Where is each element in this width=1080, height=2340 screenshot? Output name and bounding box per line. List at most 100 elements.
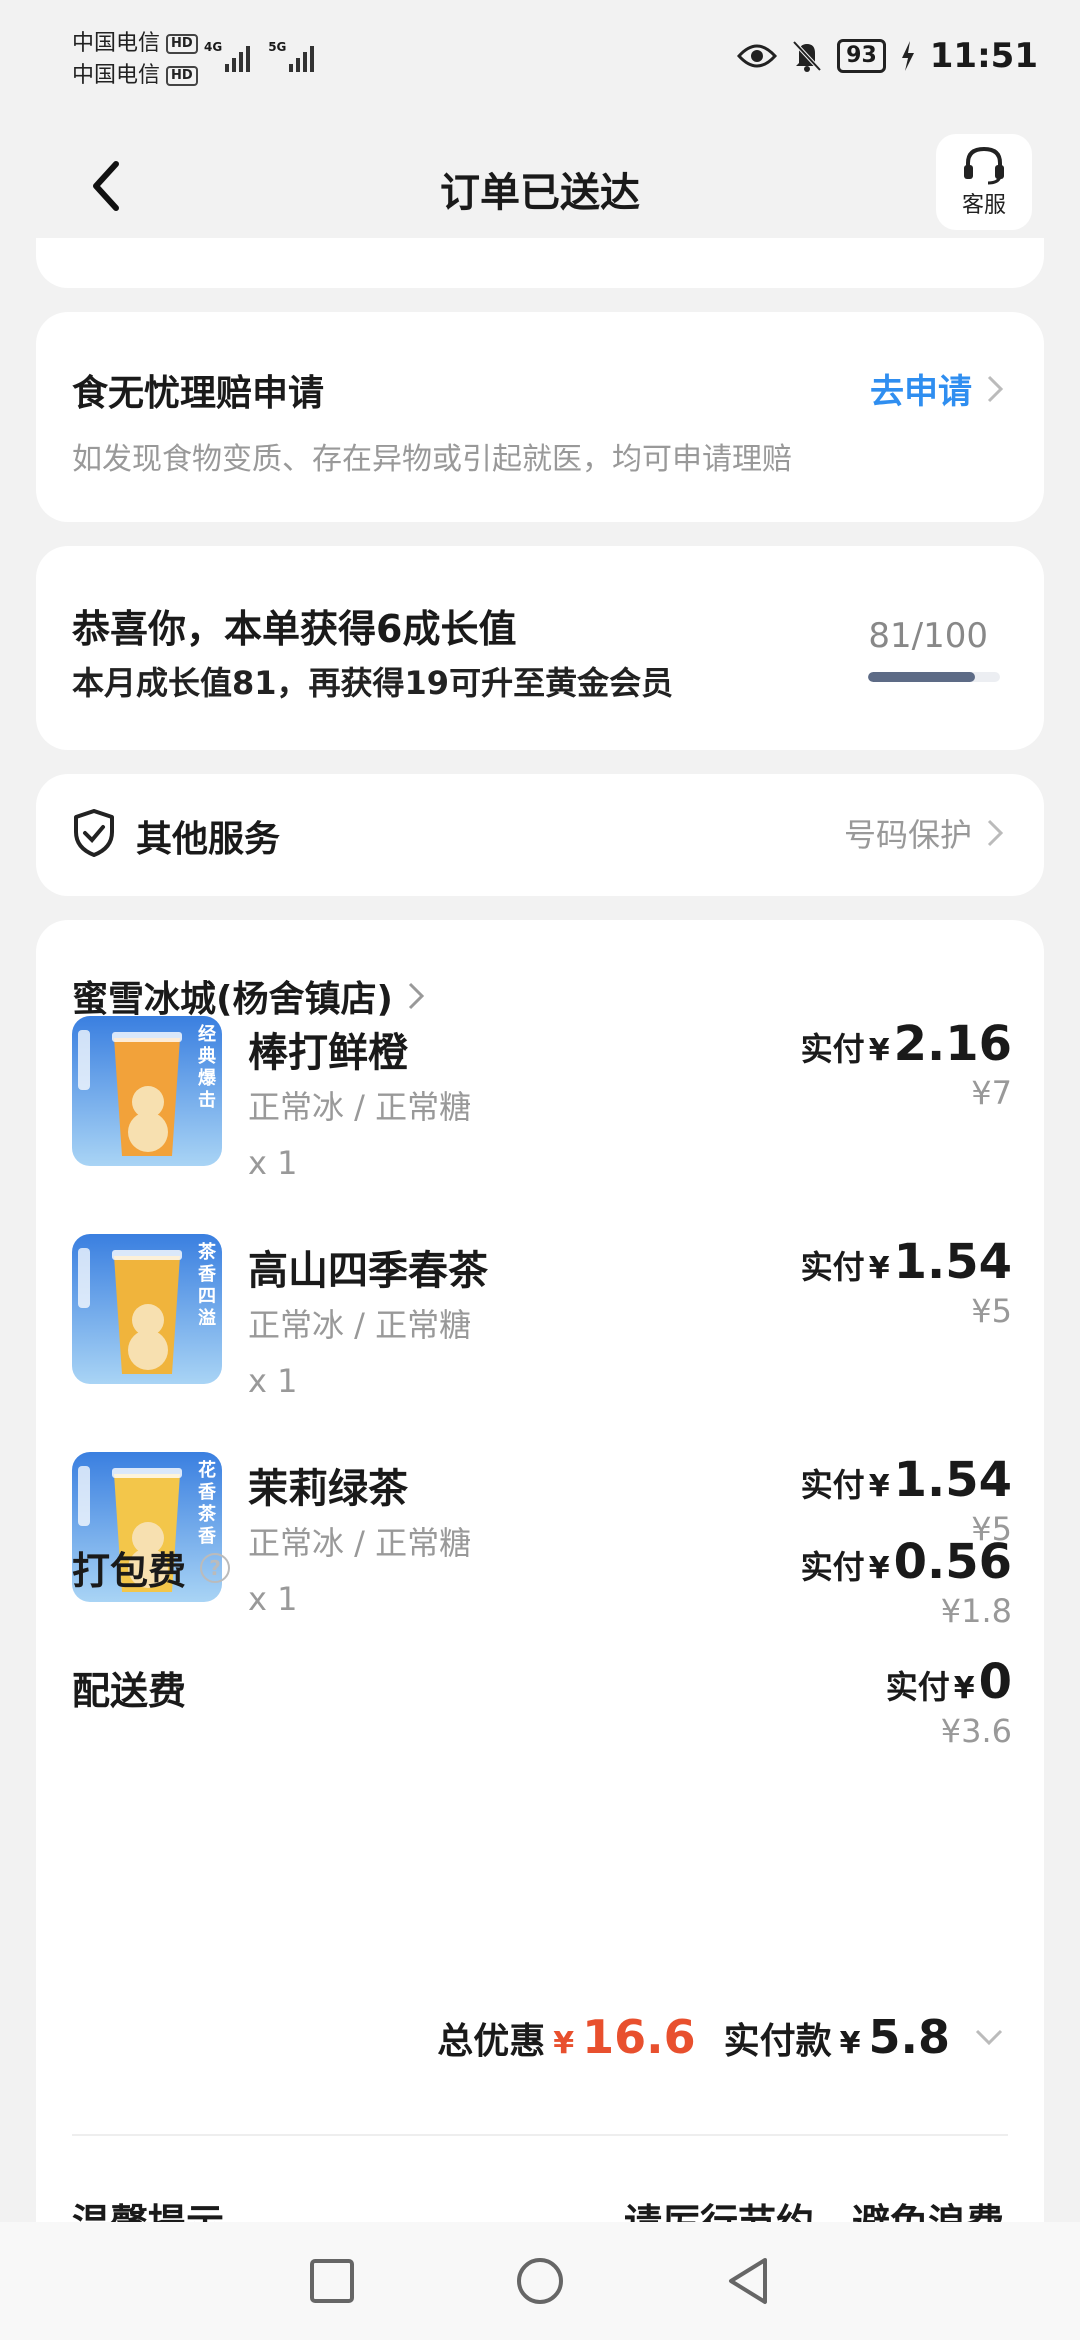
product-image: 茶香四溢 <box>72 1234 222 1384</box>
status-bar: 中国电信 HD 中国电信 HD 4G 5G 93 11:51 <box>0 0 1080 120</box>
growth-title: 恭喜你，本单获得6成长值 <box>72 607 517 651</box>
order-item[interactable]: 经典爆击 棒打鲜橙正常冰 / 正常糖 x 1 实付 ¥2.16 ¥7 <box>72 1016 1012 1226</box>
item-spec: 正常冰 / 正常糖 <box>248 1306 472 1344</box>
carrier-1: 中国电信 <box>72 31 161 56</box>
currency: ¥ <box>868 1251 890 1286</box>
original-price: ¥5 <box>971 1292 1012 1330</box>
packing-fee-label-wrap: 打包费 ? <box>72 1540 231 1595</box>
product-badge: 茶香四溢 <box>198 1242 216 1329</box>
services-title: 其他服务 <box>136 819 281 860</box>
currency: ¥ <box>868 1551 890 1586</box>
chevron-right-icon <box>987 375 1004 402</box>
paid-label: 实付 <box>800 1030 865 1068</box>
packing-fee-label: 打包费 <box>72 1549 187 1593</box>
product-badge: 经典爆击 <box>198 1024 216 1111</box>
growth-score: 81/100 <box>868 616 988 656</box>
eye-icon <box>737 44 778 68</box>
hd-badge: HD <box>166 34 198 54</box>
item-name: 棒打鲜橙 <box>248 1030 408 1076</box>
page-title: 订单已送达 <box>440 170 640 216</box>
claim-card[interactable]: 食无忧理赔申请 去申请 如发现食物变质、存在异物或引起就医，均可申请理赔 <box>36 312 1044 522</box>
currency: ¥ <box>953 1671 975 1706</box>
order-totals[interactable]: 总优惠 ¥ 16.6 实付款 ¥ 5.8 <box>437 2010 1004 2064</box>
signal-5g-icon: 5G <box>268 40 315 72</box>
paid-amount: 0 <box>978 1654 1012 1710</box>
customer-service-button[interactable]: 客服 <box>936 134 1032 230</box>
help-icon[interactable]: ? <box>200 1552 231 1583</box>
store-name: 蜜雪冰城(杨舍镇店) <box>72 979 393 1020</box>
back-nav-button[interactable] <box>725 2256 771 2306</box>
discount-currency: ¥ <box>553 2026 575 2061</box>
claim-title: 食无忧理赔申请 <box>72 373 325 414</box>
apply-link[interactable]: 去申请 <box>870 364 1004 413</box>
total-currency: ¥ <box>839 2026 861 2061</box>
original-price: ¥3.6 <box>940 1712 1012 1750</box>
charging-icon <box>901 41 914 71</box>
total-paid-amount: 5.8 <box>868 2010 951 2064</box>
other-services-card[interactable]: 其他服务 号码保护 <box>36 774 1044 896</box>
number-protection-label: 号码保护 <box>843 816 972 854</box>
paid-label: 实付 <box>800 1466 865 1504</box>
home-button[interactable] <box>515 2256 565 2306</box>
growth-description: 本月成长值81，再获得19可升至黄金会员 <box>72 664 674 702</box>
shield-check-icon <box>74 809 114 857</box>
hd-badge: HD <box>166 66 198 86</box>
chevron-right-icon <box>408 982 425 1010</box>
carrier-info: 中国电信 HD 中国电信 HD <box>72 28 198 92</box>
paid-amount: 1.54 <box>893 1234 1012 1290</box>
system-nav-bar <box>0 2222 1080 2340</box>
status-right: 93 11:51 <box>737 36 1038 76</box>
delivery-fee-label: 配送费 <box>72 1669 187 1713</box>
chevron-down-icon[interactable] <box>974 2028 1004 2046</box>
store-link[interactable]: 蜜雪冰城(杨舍镇店) <box>72 970 425 1022</box>
discount-label: 总优惠 <box>437 2021 546 2062</box>
discount-amount: 16.6 <box>582 2010 696 2064</box>
previous-card-edge <box>36 238 1044 288</box>
mute-bell-icon <box>792 40 822 72</box>
battery-indicator: 93 <box>837 39 886 73</box>
original-price: ¥1.8 <box>940 1592 1012 1630</box>
delivery-fee-row: 配送费 实付 ¥0 ¥3.6 <box>72 1654 1012 1774</box>
carrier-2: 中国电信 <box>72 63 161 88</box>
packing-fee-price: 实付 ¥0.56 ¥1.8 <box>801 1534 1012 1630</box>
paid-label: 实付 <box>885 1668 950 1706</box>
item-quantity: x 1 <box>248 1144 298 1182</box>
network-type-label: 4G <box>204 40 223 54</box>
currency: ¥ <box>868 1469 890 1504</box>
order-card: 蜜雪冰城(杨舍镇店) 经典爆击 棒打鲜橙 正常冰 / 正常糖 x 1 实付 ¥2.16 ¥7… <box>36 920 1044 2320</box>
currency: ¥ <box>868 1033 890 1068</box>
apply-link-label: 去申请 <box>870 372 972 412</box>
paid-label: 实付 <box>800 1248 865 1286</box>
paid-amount: 0.56 <box>893 1534 1012 1590</box>
item-price: 实付 ¥1.54 ¥5 <box>801 1234 1012 1330</box>
item-name: 高山四季春茶 <box>248 1248 488 1294</box>
total-paid-label: 实付款 <box>723 2021 832 2062</box>
item-spec: 正常冰 / 正常糖 <box>248 1088 472 1126</box>
signal-4g-icon: 4G <box>204 40 251 72</box>
claim-description: 如发现食物变质、存在异物或引起就医，均可申请理赔 <box>72 442 792 477</box>
original-price: ¥7 <box>971 1074 1012 1112</box>
item-price: 实付 ¥2.16 ¥7 <box>801 1016 1012 1112</box>
growth-progress-fill <box>868 672 975 682</box>
number-protection-link[interactable]: 号码保护 <box>844 810 1004 856</box>
headset-icon <box>964 146 1004 185</box>
product-image: 经典爆击 <box>72 1016 222 1166</box>
divider <box>72 2134 1008 2136</box>
delivery-fee-price: 实付 ¥0 ¥3.6 <box>886 1654 1012 1750</box>
item-name: 茉莉绿茶 <box>248 1466 408 1512</box>
customer-service-label: 客服 <box>961 193 1006 218</box>
packing-fee-row: 打包费 ? 实付 ¥0.56 ¥1.8 <box>72 1534 1012 1654</box>
network-type-label: 5G <box>268 40 287 54</box>
item-quantity: x 1 <box>248 1362 298 1400</box>
paid-amount: 1.54 <box>893 1452 1012 1508</box>
clock: 11:51 <box>929 36 1038 76</box>
recent-apps-button[interactable] <box>309 2258 355 2304</box>
growth-card[interactable]: 恭喜你，本单获得6成长值 本月成长值81，再获得19可升至黄金会员 81/100 <box>36 546 1044 750</box>
chevron-right-icon <box>987 819 1004 847</box>
paid-amount: 2.16 <box>893 1016 1012 1072</box>
nav-header: 订单已送达 客服 <box>0 120 1080 250</box>
growth-progress-bar <box>868 672 1000 682</box>
order-item[interactable]: 茶香四溢 高山四季春茶正常冰 / 正常糖 x 1 实付 ¥1.54 ¥5 <box>72 1234 1012 1444</box>
paid-label: 实付 <box>800 1548 865 1586</box>
signal-icons: 4G 5G <box>204 40 315 72</box>
